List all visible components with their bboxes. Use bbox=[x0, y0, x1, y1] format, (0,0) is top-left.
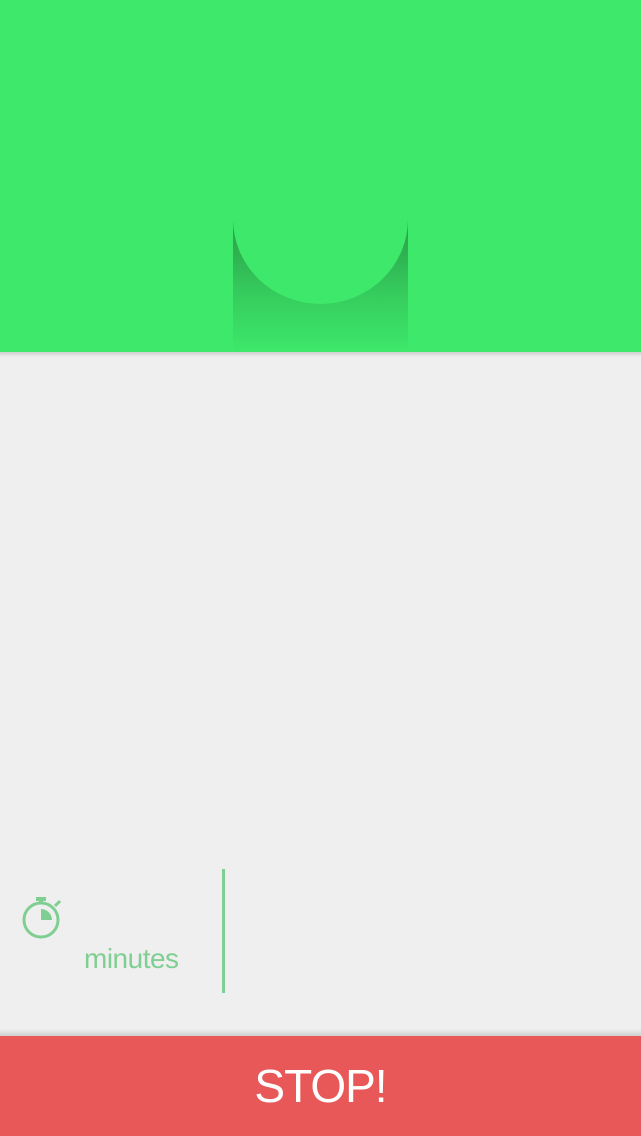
app-screen: minutes STOP! bbox=[0, 0, 641, 1136]
stopwatch-icon bbox=[18, 893, 66, 941]
stats-row: minutes bbox=[0, 865, 641, 995]
minutes-label: minutes bbox=[84, 943, 179, 974]
footer-divider bbox=[0, 1029, 641, 1036]
header-notch-cap bbox=[233, 134, 408, 304]
stop-button[interactable]: STOP! bbox=[0, 1036, 641, 1136]
content-area bbox=[0, 357, 641, 857]
header-panel bbox=[0, 0, 641, 352]
stats-divider bbox=[222, 869, 225, 993]
